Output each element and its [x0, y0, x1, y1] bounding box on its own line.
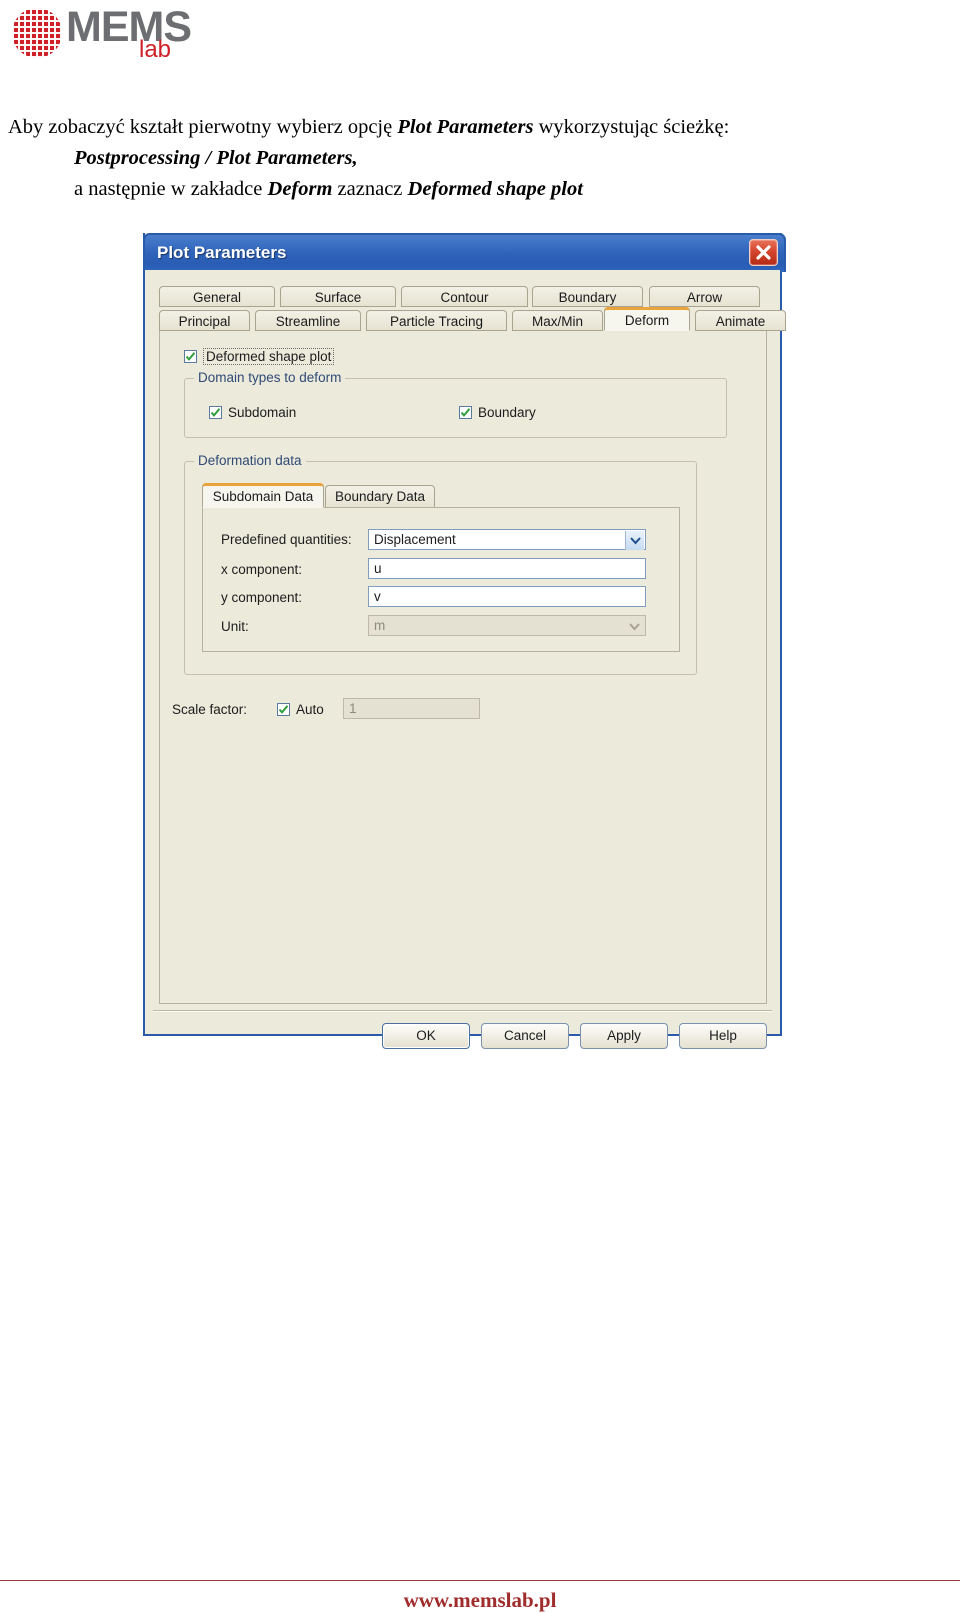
apply-button[interactable]: Apply: [580, 1023, 668, 1049]
tab-label: Animate: [715, 314, 766, 329]
x-component-input[interactable]: u: [368, 558, 646, 579]
check-mark-icon: [186, 352, 195, 361]
unit-label: Unit:: [221, 619, 249, 634]
tab-deform[interactable]: Deform: [604, 307, 690, 331]
tab-general[interactable]: General: [159, 286, 275, 307]
scale-factor-label: Scale factor:: [172, 702, 248, 717]
tab-label: Principal: [178, 314, 231, 329]
chevron-down-icon[interactable]: [625, 617, 644, 636]
subdomain-data-panel: Predefined quantities: Displacement x co…: [202, 507, 680, 652]
button-label: OK: [416, 1028, 436, 1043]
instruction-line-2: Postprocessing / Plot Parameters,: [8, 143, 948, 174]
tab-boundary-data[interactable]: Boundary Data: [325, 485, 435, 508]
ok-button[interactable]: OK: [382, 1023, 470, 1049]
footer-divider: [0, 1580, 960, 1581]
instruction-line1-emphasis: Plot Parameters: [397, 116, 534, 138]
deformation-data-group-title: Deformation data: [194, 453, 306, 468]
instruction-line-3: a następnie w zakładce Deform zaznacz De…: [8, 174, 948, 205]
deformation-data-group: Deformation data Subdomain Data Boundary…: [184, 453, 697, 675]
dialog-titlebar[interactable]: Plot Parameters: [143, 233, 786, 272]
instruction-line1-part-c: wykorzystując ścieżkę:: [533, 116, 730, 138]
instruction-line3-option: Deformed shape plot: [407, 178, 583, 200]
tab-label: Boundary: [558, 290, 617, 305]
wafer-grid-icon: [12, 8, 62, 58]
unit-select[interactable]: m: [368, 615, 646, 636]
tab-subdomain-data[interactable]: Subdomain Data: [202, 483, 324, 508]
predefined-quantities-label: Predefined quantities:: [221, 532, 352, 547]
tab-animate[interactable]: Animate: [695, 310, 786, 331]
footer-separator: [153, 1010, 772, 1012]
tab-label: Contour: [440, 290, 489, 305]
tab-label: Particle Tracing: [389, 314, 484, 329]
instruction-line1-part-a: Aby zobaczyć kształt pierwotny wybierz o…: [8, 116, 398, 138]
domain-types-group-title: Domain types to deform: [194, 370, 346, 385]
tab-streamline[interactable]: Streamline: [255, 310, 361, 331]
predefined-quantities-value: Displacement: [374, 532, 456, 547]
checkbox-box-subdomain[interactable]: [209, 406, 222, 419]
tab-principal[interactable]: Principal: [159, 310, 250, 331]
y-component-input[interactable]: v: [368, 586, 646, 607]
domain-types-group: Domain types to deform Subdomain Boundar…: [184, 370, 727, 438]
scale-factor-auto-label: Auto: [296, 702, 324, 717]
close-x-icon: [756, 245, 771, 260]
button-label: Help: [709, 1028, 737, 1043]
instruction-line-1: Aby zobaczyć kształt pierwotny wybierz o…: [8, 112, 948, 143]
tab-label: Arrow: [686, 290, 723, 305]
tab-label: Deform: [624, 313, 670, 328]
subdomain-label: Subdomain: [228, 405, 297, 420]
scale-factor-auto-checkbox[interactable]: Auto: [277, 702, 324, 717]
tab-contour[interactable]: Contour: [401, 286, 528, 307]
checkbox-box-boundary[interactable]: [459, 406, 472, 419]
instruction-line3-part-a: a następnie w zakładce: [74, 178, 268, 200]
tab-arrow[interactable]: Arrow: [649, 286, 760, 307]
dialog-title: Plot Parameters: [157, 243, 287, 262]
chevron-down-icon[interactable]: [625, 531, 644, 550]
deformed-shape-plot-checkbox[interactable]: Deformed shape plot: [184, 348, 335, 365]
deformed-shape-plot-label: Deformed shape plot: [203, 348, 335, 365]
check-mark-icon: [461, 408, 470, 417]
tab-label: Streamline: [275, 314, 341, 329]
tab-subdomain-data-label: Subdomain Data: [212, 489, 314, 504]
scale-factor-value: 1: [349, 701, 357, 716]
logo-mems-text: MEMS: [66, 3, 192, 51]
tab-label: Max/Min: [531, 314, 583, 329]
unit-value: m: [374, 618, 386, 633]
tab-particle-tracing[interactable]: Particle Tracing: [366, 310, 507, 331]
instruction-paragraph: Aby zobaczyć kształt pierwotny wybierz o…: [8, 112, 948, 205]
plot-parameters-dialog: Plot Parameters General Surface Contour Bou…: [143, 233, 786, 1049]
logo-lab-text: lab: [139, 36, 172, 63]
checkbox-box-auto[interactable]: [277, 703, 290, 716]
instruction-line3-part-c: zaznacz: [332, 178, 408, 200]
scale-factor-input[interactable]: 1: [343, 698, 480, 719]
deform-tab-panel: Deformed shape plot Domain types to defo…: [159, 331, 767, 1004]
check-mark-icon: [279, 705, 288, 714]
checkbox-box-deformed-shape-plot[interactable]: [184, 350, 197, 363]
tab-boundary[interactable]: Boundary: [532, 286, 643, 307]
tab-boundary-data-label: Boundary Data: [334, 489, 426, 504]
check-mark-icon: [211, 408, 220, 417]
button-label: Cancel: [503, 1028, 547, 1043]
x-component-label: x component:: [221, 562, 303, 577]
footer-url: www.memslab.pl: [403, 1588, 557, 1612]
dialog-body: General Surface Contour Boundary Arrow Princ…: [145, 270, 786, 1049]
close-window-button[interactable]: [749, 239, 778, 266]
button-label: Apply: [607, 1028, 641, 1043]
help-button[interactable]: Help: [679, 1023, 767, 1049]
predefined-quantities-select[interactable]: Displacement: [368, 529, 646, 550]
tab-surface[interactable]: Surface: [280, 286, 396, 307]
cancel-button[interactable]: Cancel: [481, 1023, 569, 1049]
tab-label: General: [192, 290, 242, 305]
instruction-line2-path: Postprocessing / Plot Parameters,: [74, 147, 358, 169]
y-component-value: v: [374, 589, 381, 604]
subdomain-checkbox[interactable]: Subdomain: [209, 405, 296, 420]
tab-label: Surface: [314, 290, 362, 305]
x-component-value: u: [374, 561, 382, 576]
memslab-logo: MEMS lab: [8, 4, 208, 64]
y-component-label: y component:: [221, 590, 303, 605]
tab-max-min[interactable]: Max/Min: [512, 310, 603, 331]
boundary-label: Boundary: [478, 405, 536, 420]
boundary-checkbox[interactable]: Boundary: [459, 405, 536, 420]
instruction-line3-tab: Deform: [267, 178, 333, 200]
